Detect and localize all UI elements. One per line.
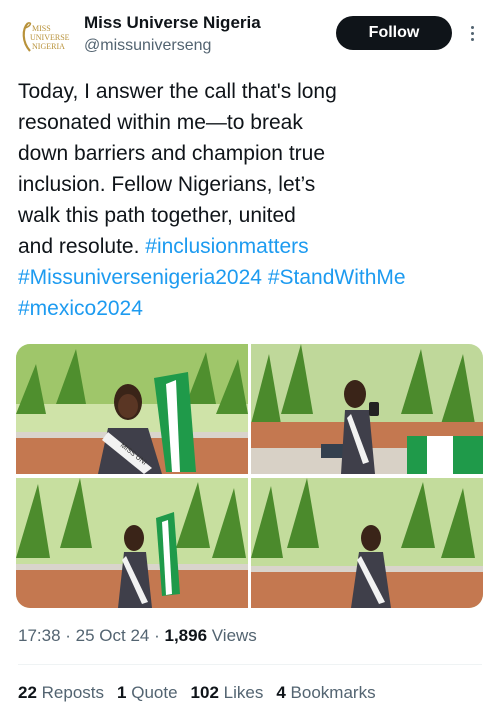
views-label: Views: [211, 626, 257, 645]
tweet-line: resonated within me—to break: [18, 111, 303, 134]
photo-sash-smile[interactable]: [251, 478, 483, 608]
reposts-stat[interactable]: 22 Reposts: [18, 683, 104, 702]
tweet-line: walk this path together, united: [18, 204, 296, 227]
tweet-header: MISS UNIVERSE NIGERIA Miss Universe Nige…: [0, 0, 498, 62]
views-count: 1,896: [164, 626, 208, 645]
hashtag-mexico2024[interactable]: #mexico2024: [18, 297, 143, 320]
svg-text:MISS: MISS: [32, 24, 51, 33]
likes-stat[interactable]: 102 Likes: [191, 683, 264, 702]
photo-phone-selfie[interactable]: [251, 344, 483, 474]
media-grid: MISS UNI: [16, 344, 483, 608]
tweet-meta: 17:38 · 25 Oct 24 · 1,896 Views: [18, 626, 257, 645]
svg-text:NIGERIA: NIGERIA: [32, 42, 65, 51]
tweet-line: inclusion. Fellow Nigerians, let’s: [18, 173, 316, 196]
follow-button[interactable]: Follow: [336, 16, 452, 50]
tweet-line: and resolute. #inclusionmatters: [18, 231, 486, 262]
hashtag-standwithme[interactable]: #StandWithMe: [268, 266, 406, 289]
photo-flag-closeup[interactable]: MISS UNI: [16, 344, 248, 474]
tweet-text-fragment: and resolute.: [18, 235, 140, 258]
tweet-line: #mexico2024: [18, 293, 486, 324]
tweet-line: #Missuniversenigeria2024 #StandWithMe: [18, 262, 486, 293]
hashtag-missuniversenigeria2024[interactable]: #Missuniversenigeria2024: [18, 266, 262, 289]
account-logo[interactable]: MISS UNIVERSE NIGERIA: [18, 20, 70, 56]
tweet-text: Today, I answer the call that's long res…: [18, 76, 486, 324]
tweet-time[interactable]: 17:38: [18, 626, 61, 645]
hashtag-inclusionmatters[interactable]: #inclusionmatters: [145, 235, 308, 258]
quotes-stat[interactable]: 1 Quote: [117, 683, 178, 702]
bookmarks-stat[interactable]: 4 Bookmarks: [276, 683, 375, 702]
account-handle[interactable]: @missuniverseng: [84, 37, 211, 55]
account-name[interactable]: Miss Universe Nigeria: [84, 13, 261, 33]
divider: [18, 664, 482, 665]
more-options-icon[interactable]: [462, 20, 482, 46]
tweet-line: Today, I answer the call that's long: [18, 80, 337, 103]
engagement-stats: 22 Reposts 1 Quote 102 Likes 4 Bookmarks: [18, 683, 389, 703]
tweet-line: down barriers and champion true: [18, 142, 326, 165]
tweet-date[interactable]: 25 Oct 24: [76, 626, 150, 645]
photo-flag-wave[interactable]: [16, 478, 248, 608]
svg-text:UNIVERSE: UNIVERSE: [30, 33, 70, 42]
